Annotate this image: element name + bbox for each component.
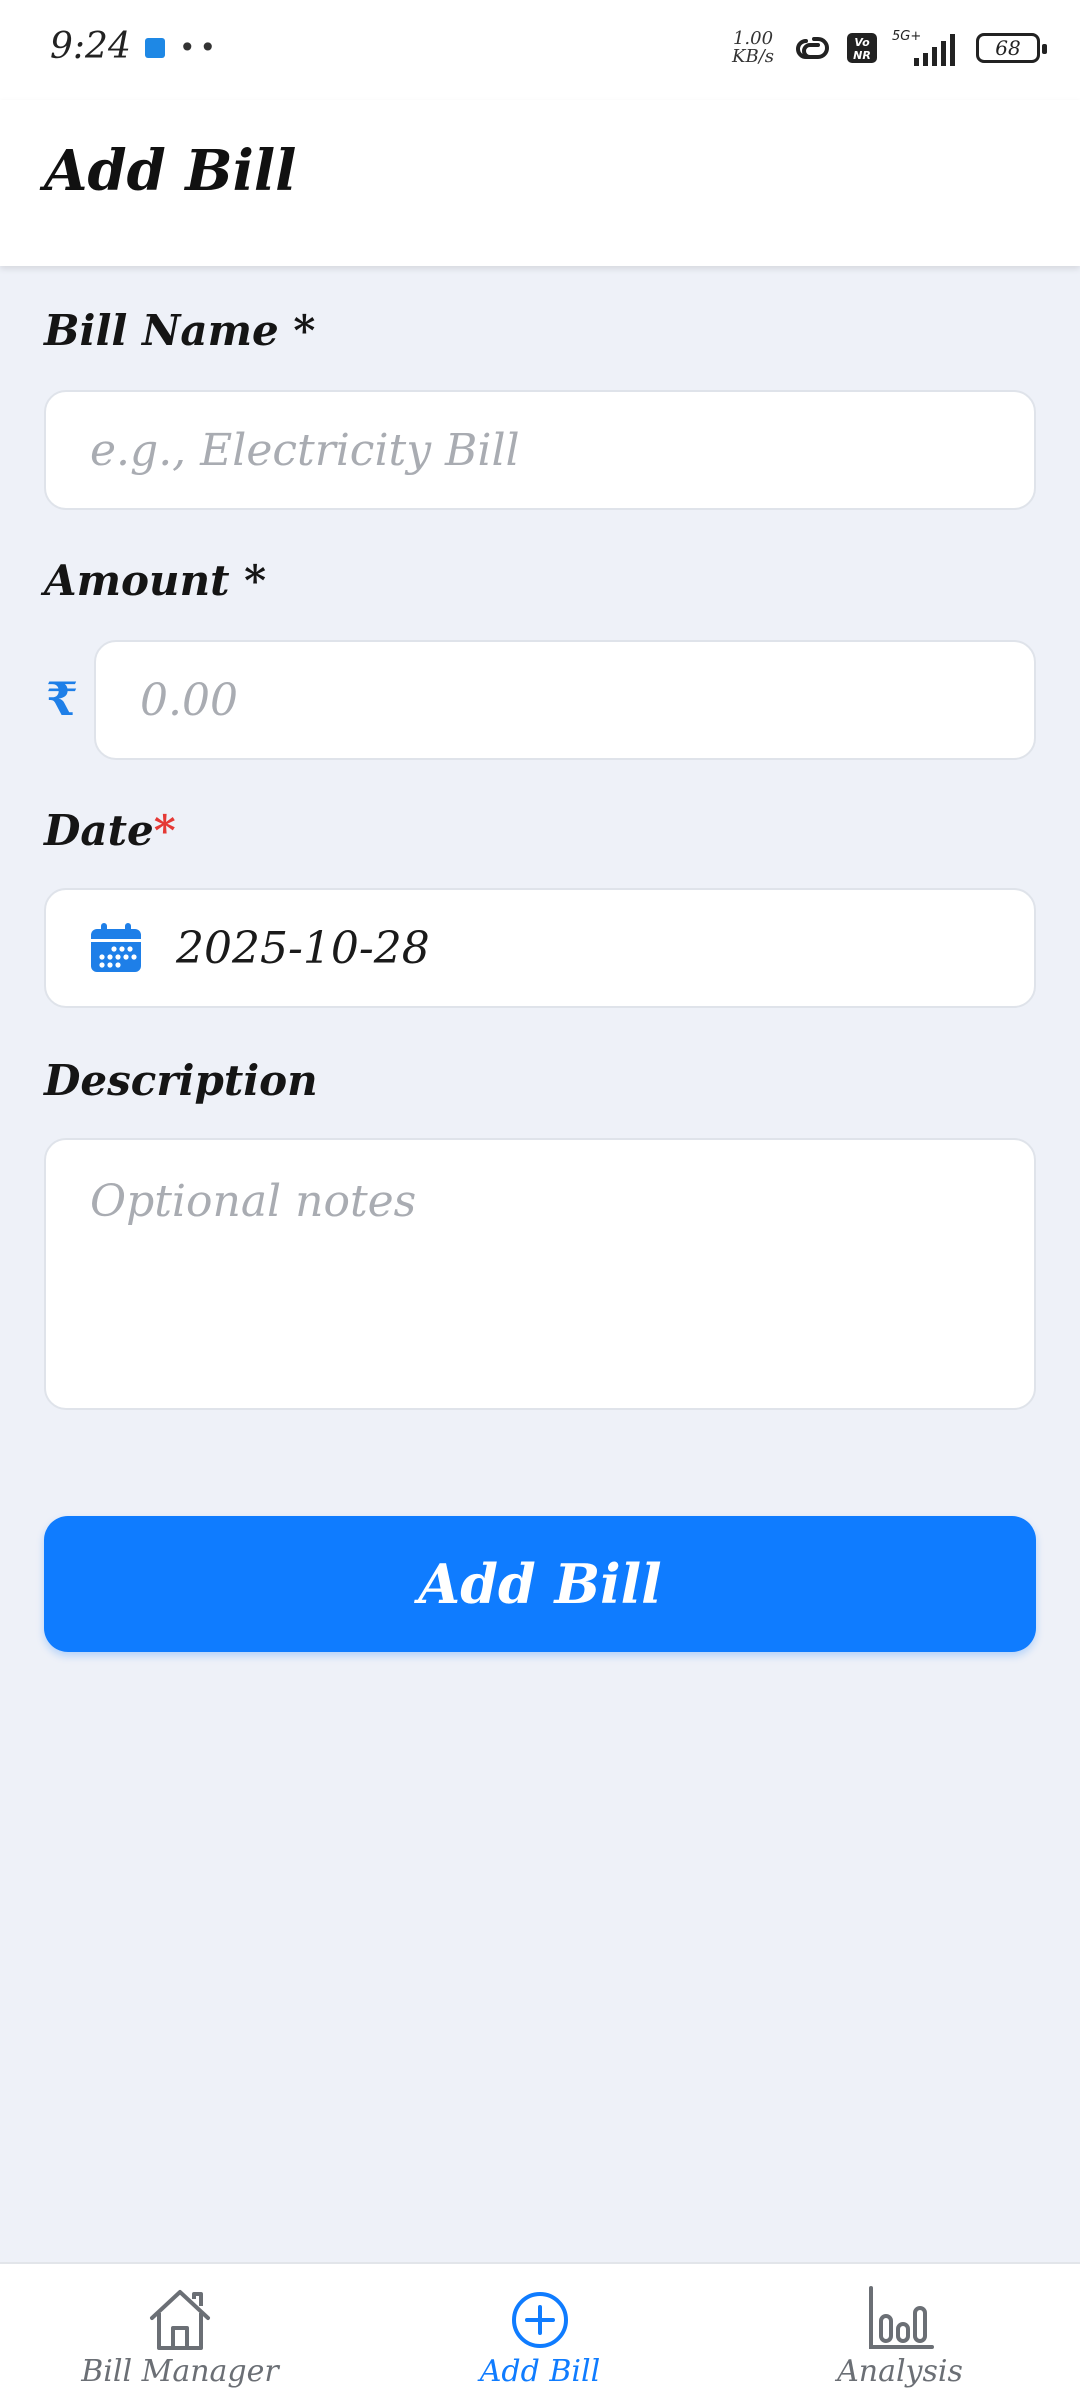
more-notifications-icon: •• <box>179 31 221 64</box>
svg-text:5G+: 5G+ <box>892 29 921 44</box>
link-icon <box>796 37 829 59</box>
bar-chart-icon <box>869 2286 934 2349</box>
bottom-nav: Bill Manager Add Bill Analysis <box>0 2262 1080 2400</box>
bill-name-input[interactable]: e.g., Electricity Bill <box>44 390 1036 510</box>
svg-text:NR: NR <box>853 49 871 62</box>
date-value: 2025-10-28 <box>176 922 430 974</box>
battery-icon: 68 <box>976 33 1047 63</box>
nav-item-bill-manager[interactable]: Bill Manager <box>0 2264 360 2400</box>
calendar-icon <box>91 923 141 972</box>
date-label: Date* <box>44 806 176 855</box>
plus-circle-icon <box>512 2292 568 2348</box>
bill-name-placeholder: e.g., Electricity Bill <box>90 424 520 476</box>
status-time: 9:24 <box>50 26 131 67</box>
amount-label: Amount * <box>44 556 267 605</box>
nav-label-bill-manager: Bill Manager <box>81 2354 279 2389</box>
amount-placeholder: 0.00 <box>140 674 238 726</box>
nav-item-analysis[interactable]: Analysis <box>720 2264 1080 2400</box>
home-icon <box>150 2290 210 2350</box>
page-title: Add Bill <box>44 138 297 204</box>
volte-icon: Vo NR <box>847 33 877 63</box>
description-textarea[interactable]: Optional notes <box>44 1138 1036 1410</box>
app-notification-icon <box>145 38 165 58</box>
description-placeholder: Optional notes <box>90 1176 417 1227</box>
amount-input[interactable]: 0.00 <box>94 640 1036 760</box>
status-notification-icons: •• <box>145 31 221 64</box>
add-bill-button[interactable]: Add Bill <box>44 1516 1036 1652</box>
status-bar: 9:24 •• 1.00 KB/s Vo NR 5G+ 68 <box>0 0 1080 100</box>
nav-label-add-bill: Add Bill <box>479 2354 601 2389</box>
nav-label-analysis: Analysis <box>837 2354 963 2389</box>
rupee-icon: ₹ <box>45 672 78 726</box>
bill-name-label: Bill Name * <box>44 306 316 355</box>
required-mark: * <box>153 806 176 855</box>
description-label: Description <box>44 1056 318 1105</box>
signal-5g-icon: 5G+ <box>892 29 955 66</box>
battery-level: 68 <box>995 36 1021 60</box>
app-header: Add Bill <box>0 100 1080 266</box>
svg-text:Vo: Vo <box>854 36 870 49</box>
date-picker-field[interactable]: 2025-10-28 <box>44 888 1036 1008</box>
network-speed: 1.00 KB/s <box>732 28 774 67</box>
status-system-icons: 1.00 KB/s Vo NR 5G+ 68 <box>732 28 1047 68</box>
nav-item-add-bill[interactable]: Add Bill <box>360 2264 720 2400</box>
